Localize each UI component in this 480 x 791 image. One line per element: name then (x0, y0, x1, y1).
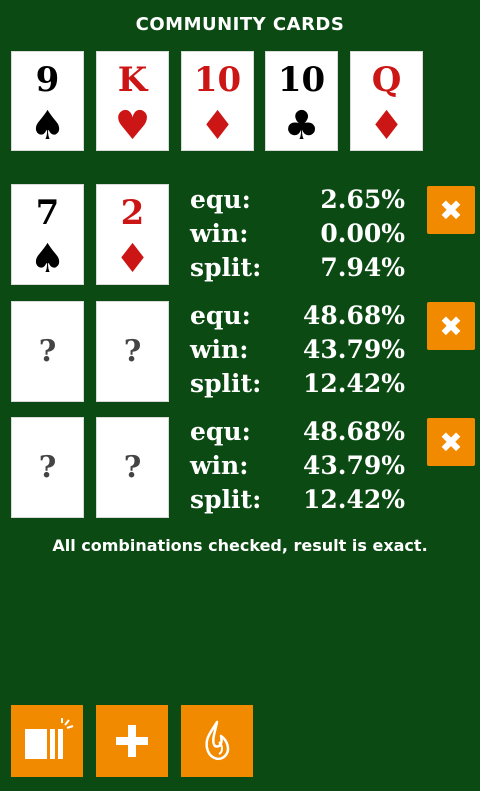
win-label: win: (190, 219, 249, 248)
deck-button[interactable] (11, 705, 83, 777)
player-2-stats: equ: 48.68% win: 43.79% split: 12.42% (190, 299, 405, 401)
split-value: 7.94% (320, 253, 405, 282)
player-3-card-1[interactable]: ? (11, 417, 84, 518)
player-1-stats: equ: 2.65% win: 0.00% split: 7.94% (190, 183, 405, 285)
diamond-icon: ♦ (114, 235, 151, 282)
split-value: 12.42% (302, 485, 405, 514)
remove-player-3-button[interactable]: ✖ (427, 418, 475, 466)
community-card-3[interactable]: 10 ♦ (181, 51, 254, 151)
split-label: split: (190, 253, 262, 282)
win-value: 43.79% (302, 451, 405, 480)
win-label: win: (190, 451, 249, 480)
flame-icon (205, 720, 230, 760)
win-value: 0.00% (320, 219, 405, 248)
remove-player-1-button[interactable]: ✖ (427, 186, 475, 234)
spade-icon: ♠ (29, 235, 66, 282)
equ-label: equ: (190, 417, 251, 446)
unknown-card-mark: ? (38, 450, 57, 485)
community-card-2[interactable]: K ♥ (96, 51, 169, 151)
club-icon: ♣ (283, 102, 320, 149)
spade-icon: ♠ (29, 102, 66, 149)
equ-value: 2.65% (320, 185, 405, 214)
card-rank: Q (371, 60, 402, 100)
unknown-card-mark: ? (123, 334, 142, 369)
close-icon: ✖ (439, 425, 463, 459)
community-card-4[interactable]: 10 ♣ (265, 51, 338, 151)
player-3-stats: equ: 48.68% win: 43.79% split: 12.42% (190, 415, 405, 517)
player-2-card-1[interactable]: ? (11, 301, 84, 402)
diamond-icon: ♦ (199, 102, 236, 149)
deck-icon (25, 718, 74, 759)
split-value: 12.42% (302, 369, 405, 398)
close-icon: ✖ (439, 309, 463, 343)
card-rank: 10 (193, 60, 242, 100)
player-3-card-2[interactable]: ? (96, 417, 169, 518)
card-rank: 2 (120, 193, 145, 233)
diamond-icon: ♦ (368, 102, 405, 149)
equ-label: equ: (190, 301, 251, 330)
win-label: win: (190, 335, 249, 364)
equ-value: 48.68% (302, 301, 405, 330)
calculate-button[interactable] (181, 705, 253, 777)
unknown-card-mark: ? (123, 450, 142, 485)
community-card-5[interactable]: Q ♦ (350, 51, 423, 151)
player-1-card-1[interactable]: 7 ♠ (11, 184, 84, 285)
add-player-button[interactable] (96, 705, 168, 777)
community-cards-title: COMMUNITY CARDS (135, 14, 345, 35)
card-rank: 10 (277, 60, 326, 100)
card-rank: 9 (35, 60, 60, 100)
equ-label: equ: (190, 185, 251, 214)
community-card-1[interactable]: 9 ♠ (11, 51, 84, 151)
card-rank: K (117, 60, 148, 100)
plus-icon (116, 725, 148, 757)
remove-player-2-button[interactable]: ✖ (427, 302, 475, 350)
close-icon: ✖ (439, 193, 463, 227)
card-rank: 7 (35, 193, 60, 233)
status-message: All combinations checked, result is exac… (52, 536, 428, 555)
player-2-card-2[interactable]: ? (96, 301, 169, 402)
equ-value: 48.68% (302, 417, 405, 446)
split-label: split: (190, 369, 262, 398)
win-value: 43.79% (302, 335, 405, 364)
split-label: split: (190, 485, 262, 514)
heart-icon: ♥ (114, 102, 151, 149)
unknown-card-mark: ? (38, 334, 57, 369)
player-1-card-2[interactable]: 2 ♦ (96, 184, 169, 285)
